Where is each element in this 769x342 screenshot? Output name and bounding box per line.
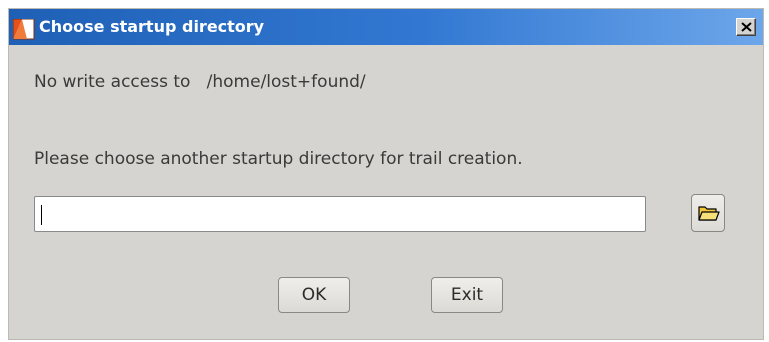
no-access-label: No write access to bbox=[34, 72, 191, 92]
app-window-icon bbox=[12, 18, 35, 40]
no-write-access-message: No write access to /home/lost+found/ bbox=[34, 72, 366, 92]
startup-directory-input[interactable] bbox=[34, 196, 646, 232]
path-value: /home/lost+found/ bbox=[206, 72, 366, 92]
folder-icon bbox=[698, 206, 720, 221]
text-caret bbox=[41, 205, 42, 225]
close-icon bbox=[741, 22, 752, 32]
dialog-title: Choose startup directory bbox=[39, 17, 265, 36]
dialog-titlebar[interactable]: Choose startup directory bbox=[9, 9, 763, 45]
choose-startup-directory-dialog: Choose startup directory No write access… bbox=[8, 8, 764, 340]
instruction-text: Please choose another startup directory … bbox=[34, 149, 523, 169]
browse-folder-button[interactable] bbox=[691, 194, 725, 232]
ok-button[interactable]: OK bbox=[278, 277, 350, 313]
exit-button[interactable]: Exit bbox=[431, 277, 503, 313]
close-button[interactable] bbox=[736, 18, 756, 36]
